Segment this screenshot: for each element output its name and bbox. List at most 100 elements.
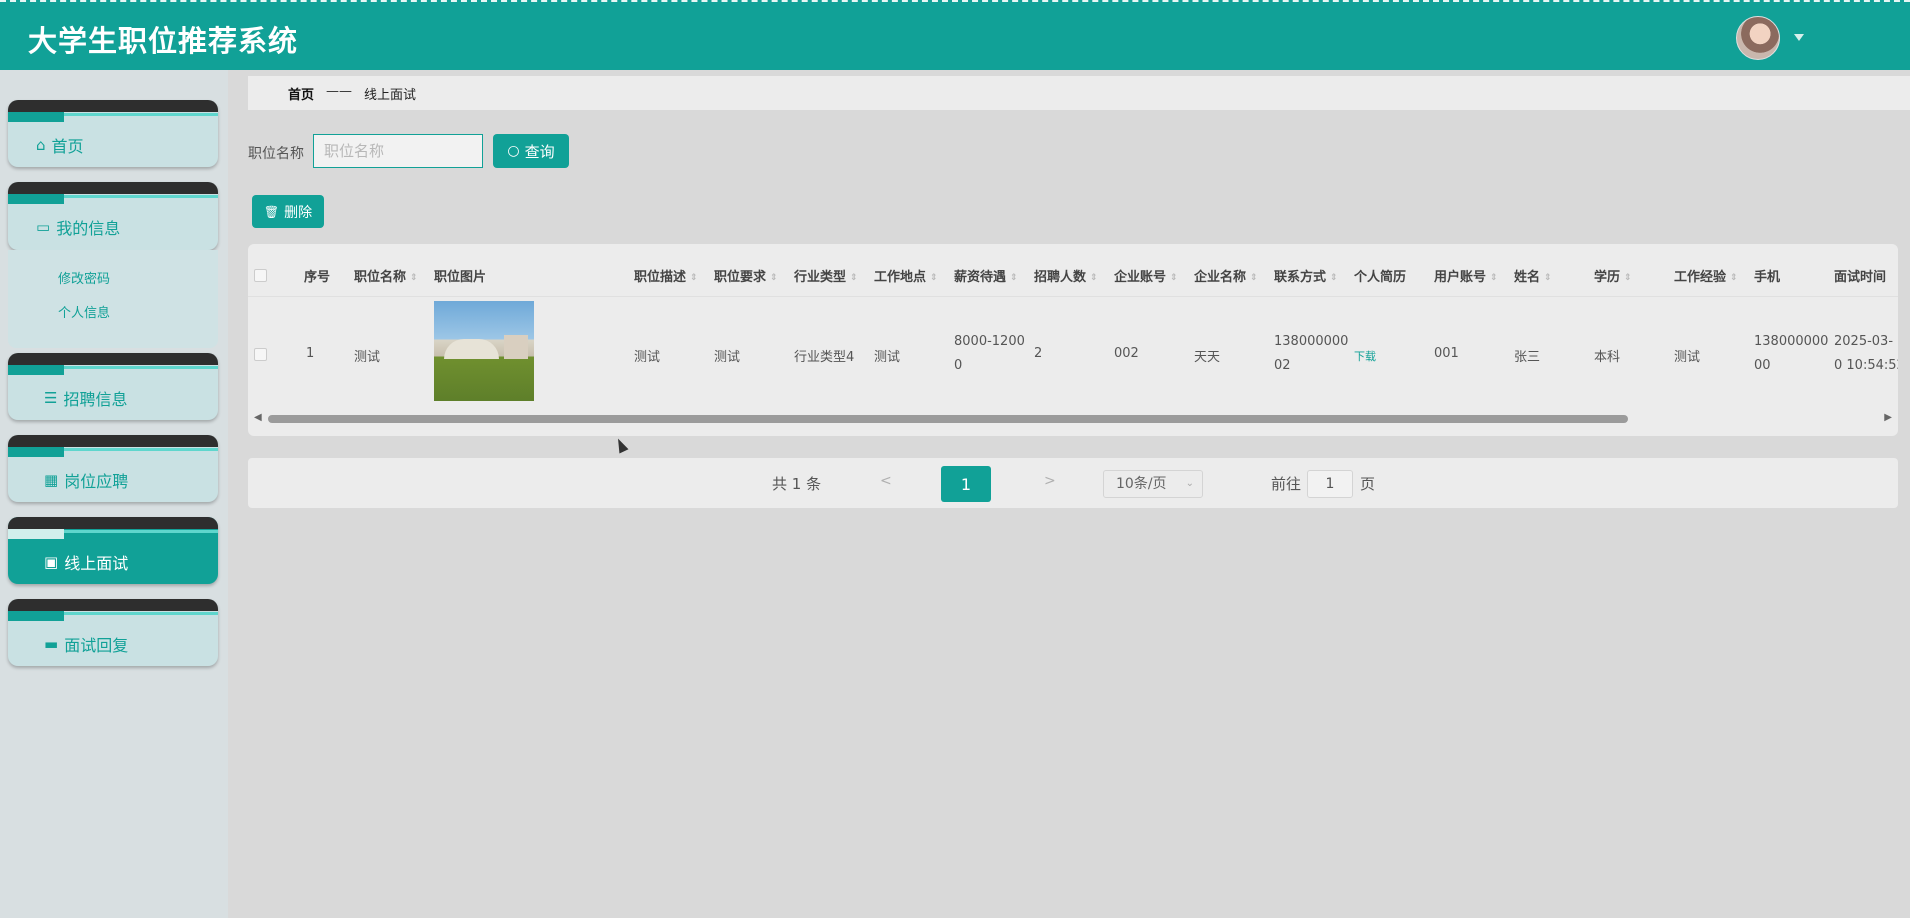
goto-suffix: 页 xyxy=(1360,475,1376,493)
column-header: 手机 xyxy=(1754,270,1781,285)
sort-icon: ⇕ xyxy=(1544,272,1552,283)
sort-icon: ⇕ xyxy=(930,272,938,283)
query-button-label: 查询 xyxy=(524,142,555,161)
sidebar-item-my-info[interactable]: ▭ 我的信息 xyxy=(8,182,218,250)
column-header[interactable]: 行业类型 ⇕ xyxy=(794,266,858,285)
submenu-change-password[interactable]: 修改密码 xyxy=(58,268,110,287)
scroll-right-icon[interactable]: ▶ xyxy=(1884,412,1892,423)
pagination: 共 1 条 < 1 > 10条/页 ⌄ 前往 1 页 xyxy=(248,458,1898,508)
sort-icon: ⇕ xyxy=(1090,272,1098,283)
column-header: 面试时间 xyxy=(1834,270,1887,285)
column-header[interactable]: 用户账号 ⇕ xyxy=(1434,266,1498,285)
sort-icon: ⇕ xyxy=(850,272,858,283)
breadcrumb-separator: —— xyxy=(326,84,352,99)
sort-icon: ⇕ xyxy=(410,272,418,283)
cell-index: 1 xyxy=(306,346,315,361)
cell-salary-line1: 8000-1200 xyxy=(954,334,1025,349)
row-checkbox[interactable] xyxy=(254,348,267,361)
sort-icon: ⇕ xyxy=(1330,272,1338,283)
job-image xyxy=(434,301,534,401)
cell-interview-time-line2: 0 10:54:52 xyxy=(1834,358,1898,373)
sidebar-item-label: 我的信息 xyxy=(56,219,121,238)
column-header[interactable]: 学历 ⇕ xyxy=(1594,266,1632,285)
column-header: 职位图片 xyxy=(434,270,487,285)
sort-icon: ⇕ xyxy=(770,272,778,283)
cell-recruit-count: 2 xyxy=(1034,346,1043,361)
submenu-personal-info[interactable]: 个人信息 xyxy=(58,302,110,321)
chevron-down-icon[interactable] xyxy=(1794,34,1804,41)
sidebar-item-label: 面试回复 xyxy=(64,635,129,655)
sidebar-item-home[interactable]: ⌂ 首页 xyxy=(8,100,218,167)
scroll-left-icon[interactable]: ◀ xyxy=(254,412,262,423)
column-header[interactable]: 招聘人数 ⇕ xyxy=(1034,266,1098,285)
sidebar-item-label: 岗位应聘 xyxy=(64,471,129,491)
cell-company-name: 天天 xyxy=(1194,350,1221,365)
column-header[interactable]: 薪资待遇 ⇕ xyxy=(954,266,1018,285)
goto-page-input[interactable]: 1 xyxy=(1307,470,1353,498)
cell-salary-line2: 0 xyxy=(954,358,963,373)
home-icon: ⌂ xyxy=(36,135,46,154)
cell-user-account: 001 xyxy=(1434,346,1459,361)
column-header[interactable]: 企业账号 ⇕ xyxy=(1114,266,1178,285)
column-header: 个人简历 xyxy=(1354,270,1407,285)
column-header[interactable]: 联系方式 ⇕ xyxy=(1274,266,1338,285)
column-header: 序号 xyxy=(304,270,331,285)
sort-icon: ⇕ xyxy=(1250,272,1258,283)
next-page-button[interactable]: > xyxy=(1044,473,1056,489)
cell-experience: 测试 xyxy=(1674,350,1701,365)
delete-button[interactable]: 🗑 删除 xyxy=(252,195,324,228)
search-label: 职位名称 xyxy=(248,146,304,162)
cell-contact-line2: 02 xyxy=(1274,358,1291,373)
job-name-search-input[interactable] xyxy=(313,134,483,168)
sidebar-item-job-application[interactable]: ▦ 岗位应聘 xyxy=(8,435,218,502)
cell-interview-time-line1: 2025-03- xyxy=(1834,334,1894,349)
query-button[interactable]: ○ 查询 xyxy=(493,134,569,168)
cell-phone-line2: 00 xyxy=(1754,358,1771,373)
breadcrumb-current: 线上面试 xyxy=(364,88,417,103)
trash-icon: 🗑 xyxy=(263,204,280,219)
chevron-down-icon: ⌄ xyxy=(1185,478,1194,489)
page-size-select[interactable]: 10条/页 ⌄ xyxy=(1103,470,1203,498)
scrollbar-thumb[interactable] xyxy=(268,415,1628,423)
cell-job-name: 测试 xyxy=(354,350,381,365)
sidebar-item-interview-reply[interactable]: ▬ 面试回复 xyxy=(8,599,218,666)
select-all-checkbox[interactable] xyxy=(254,269,267,282)
column-header[interactable]: 工作经验 ⇕ xyxy=(1674,266,1738,285)
app-title: 大学生职位推荐系统 xyxy=(28,24,299,58)
user-avatar[interactable] xyxy=(1736,16,1780,60)
column-header[interactable]: 工作地点 ⇕ xyxy=(874,266,938,285)
column-header[interactable]: 职位名称 ⇕ xyxy=(354,266,418,285)
monitor-icon: ▬ xyxy=(44,634,59,653)
top-header: 大学生职位推荐系统 xyxy=(0,0,1910,70)
column-header[interactable]: 姓名 ⇕ xyxy=(1514,266,1552,285)
breadcrumb: 首页 —— 线上面试 xyxy=(248,76,1910,110)
cell-company-account: 002 xyxy=(1114,346,1139,361)
resume-download-link[interactable]: 下载 xyxy=(1354,348,1376,364)
column-header[interactable]: 企业名称 ⇕ xyxy=(1194,266,1258,285)
cell-industry: 行业类型4 xyxy=(794,350,855,365)
total-count: 共 1 条 xyxy=(772,475,822,493)
mouse-cursor-icon xyxy=(613,436,629,454)
cell-contact-line1: 138000000 xyxy=(1274,334,1349,349)
my-info-submenu: 修改密码 个人信息 xyxy=(8,250,218,348)
sort-icon: ⇕ xyxy=(1490,272,1498,283)
sidebar-item-label: 首页 xyxy=(51,136,84,156)
prev-page-button[interactable]: < xyxy=(880,473,892,489)
delete-button-label: 删除 xyxy=(284,204,313,221)
goto-label: 前往 xyxy=(1271,475,1302,493)
column-header[interactable]: 职位描述 ⇕ xyxy=(634,266,698,285)
sort-icon: ⇕ xyxy=(1730,272,1738,283)
sort-icon: ⇕ xyxy=(1624,272,1632,283)
sidebar-item-label: 线上面试 xyxy=(64,553,129,573)
page-number-current[interactable]: 1 xyxy=(941,466,991,502)
sort-icon: ⇕ xyxy=(1010,272,1018,283)
sidebar-item-online-interview[interactable]: ▣ 线上面试 xyxy=(8,517,218,584)
sliders-icon: ☰ xyxy=(44,388,58,407)
card-icon: ▭ xyxy=(36,218,51,236)
cell-description: 测试 xyxy=(634,350,661,365)
column-header[interactable]: 职位要求 ⇕ xyxy=(714,266,778,285)
horizontal-scrollbar[interactable]: ◀ ▶ xyxy=(248,412,1898,426)
breadcrumb-home[interactable]: 首页 xyxy=(288,84,314,103)
sidebar-item-recruitment[interactable]: ☰ 招聘信息 xyxy=(8,353,218,420)
sort-icon: ⇕ xyxy=(1170,272,1178,283)
